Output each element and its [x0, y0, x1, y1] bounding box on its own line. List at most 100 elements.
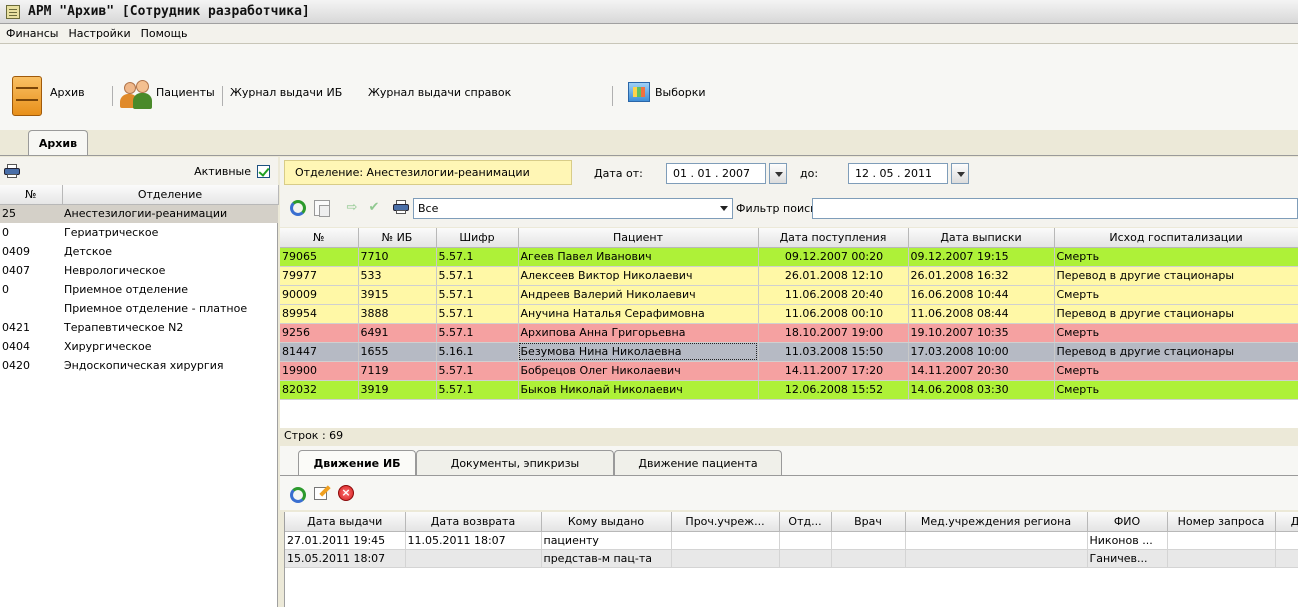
tab-patient-movement[interactable]: Движение пациента	[614, 450, 782, 476]
refresh-icon[interactable]	[290, 487, 306, 503]
department-code: 0404	[2, 340, 30, 353]
cell-number: 19900	[280, 361, 359, 381]
department-name: Приемное отделение - платное	[64, 302, 248, 315]
table-row[interactable]: 19900 7119 5.57.1 Бобрецов Олег Николаевич 1…	[280, 361, 1298, 381]
edit-icon[interactable]	[314, 485, 331, 501]
cell-cipher: 5.57.1	[436, 304, 519, 324]
print-icon[interactable]	[4, 164, 20, 178]
patients-icon[interactable]	[120, 80, 152, 110]
tab-documents[interactable]: Документы, эпикризы	[416, 450, 614, 476]
department-row[interactable]: 0 Гериатрическое	[0, 223, 278, 242]
column-header-return-date[interactable]: Дата возврата	[405, 512, 542, 532]
column-header-ib-number[interactable]: № ИБ	[358, 228, 437, 248]
cell-issue-date: 27.01.2011 19:45	[285, 531, 406, 550]
archive-button[interactable]: Архив	[50, 80, 85, 104]
copy-icon[interactable]	[314, 200, 330, 217]
department-row[interactable]: Приемное отделение - платное	[0, 299, 278, 318]
department-panel: Активные № Отделение 25 Анестезилогии-реа…	[0, 157, 279, 607]
column-header-issued-to[interactable]: Кому выдано	[541, 512, 672, 532]
column-header-issue-date[interactable]: Дата выдачи	[285, 512, 406, 532]
table-row[interactable]: 79977 533 5.57.1 Алексеев Виктор Николаевич…	[280, 266, 1298, 286]
check-icon[interactable]: ✔	[366, 200, 382, 216]
department-name: Эндоскопическая хирургия	[64, 359, 224, 372]
cell-discharge-date: 16.06.2008 10:44	[908, 285, 1055, 305]
table-row[interactable]: 82032 3919 5.57.1 Быков Николай Николаевич 1…	[280, 380, 1298, 400]
patients-table: № № ИБ Шифр Пациент Дата поступления Дата вып…	[280, 228, 1298, 400]
date-from-field[interactable]: 01 . 01 . 2007	[666, 163, 766, 184]
archive-cabinet-icon[interactable]	[12, 76, 42, 116]
selections-button[interactable]: Выборки	[655, 80, 706, 104]
department-row[interactable]: 0420 Эндоскопическая хирургия	[0, 356, 278, 375]
column-header-admission-date[interactable]: Дата поступления	[758, 228, 909, 248]
department-code	[0, 299, 62, 318]
cell-discharge-date: 14.11.2007 20:30	[908, 361, 1055, 381]
cell-cipher: 5.57.1	[436, 247, 519, 267]
column-header-department[interactable]: Отделение	[62, 185, 279, 205]
column-header-request-number[interactable]: Номер запроса	[1167, 512, 1276, 532]
column-header-full-name[interactable]: ФИО	[1087, 512, 1168, 532]
date-to-dropdown-icon[interactable]	[951, 163, 969, 184]
column-header-number[interactable]: №	[280, 228, 359, 248]
menu-settings[interactable]: Настройки	[68, 27, 130, 40]
tab-archive[interactable]: Архив	[28, 130, 88, 156]
cell-patient: Агеев Павел Иванович	[518, 247, 759, 267]
table-row[interactable]: 27.01.2011 19:45 11.05.2011 18:07 пациенту…	[285, 531, 1298, 550]
department-row[interactable]: 0421 Терапевтическое N2	[0, 318, 278, 337]
date-from-dropdown-icon[interactable]	[769, 163, 787, 184]
cell-issue-date: 15.05.2011 18:07	[285, 549, 406, 568]
table-row[interactable]: 15.05.2011 18:07 представ-м пац-та Ганичев…	[285, 549, 1298, 568]
date-to-field[interactable]: 12 . 05 . 2011	[848, 163, 948, 184]
search-input[interactable]	[812, 198, 1298, 219]
print-icon[interactable]	[393, 200, 409, 216]
cell-ib-number: 1655	[358, 342, 437, 362]
column-header-regional-institution[interactable]: Мед.учреждения региона	[905, 512, 1088, 532]
cell-admission-date: 26.01.2008 12:10	[758, 266, 909, 286]
table-row[interactable]: 89954 3888 5.57.1 Анучина Наталья Серафимов…	[280, 304, 1298, 324]
column-header-outcome[interactable]: Исход госпитализации	[1054, 228, 1298, 248]
patients-button[interactable]: Пациенты	[156, 80, 215, 104]
menu-help[interactable]: Помощь	[141, 27, 188, 40]
column-header-cipher[interactable]: Шифр	[436, 228, 519, 248]
cell-ib-number: 533	[358, 266, 437, 286]
filter-combo[interactable]: Все	[413, 198, 733, 219]
tab-movement-ib[interactable]: Движение ИБ	[298, 450, 416, 476]
active-checkbox[interactable]	[257, 164, 270, 178]
table-row[interactable]: 90009 3915 5.57.1 Андреев Валерий Николаеви…	[280, 285, 1298, 305]
cell-patient: Анучина Наталья Серафимовна	[518, 304, 759, 324]
menu-finance[interactable]: Финансы	[6, 27, 58, 40]
column-header-doctor[interactable]: Врач	[831, 512, 906, 532]
department-row[interactable]: 0 Приемное отделение	[0, 280, 278, 299]
department-row[interactable]: 0404 Хирургическое	[0, 337, 278, 356]
cell-patient: Бобрецов Олег Николаевич	[518, 361, 759, 381]
cell-outcome: Перевод в другие стационары	[1054, 266, 1298, 286]
column-header-patient[interactable]: Пациент	[518, 228, 759, 248]
column-header-extra[interactable]: Д	[1275, 512, 1298, 532]
column-header-discharge-date[interactable]: Дата выписки	[908, 228, 1055, 248]
column-header-other-institution[interactable]: Проч.учреж...	[671, 512, 780, 532]
table-row[interactable]: 79065 7710 5.57.1 Агеев Павел Иванович 09.12…	[280, 247, 1298, 267]
column-header-number[interactable]: №	[0, 185, 63, 205]
search-filter-label: Фильтр поиска	[736, 202, 824, 215]
department-row[interactable]: 0407 Неврологическое	[0, 261, 278, 280]
active-label: Активные	[194, 164, 251, 178]
cell-number: 79065	[280, 247, 359, 267]
cell-outcome: Смерть	[1054, 285, 1298, 305]
delete-icon[interactable]: ×	[338, 485, 354, 501]
journal-spravok-button[interactable]: Журнал выдачи справок	[368, 80, 511, 104]
table-row[interactable]: 81447 1655 5.16.1 Безумова Нина Николаевна 1…	[280, 342, 1298, 362]
movement-toolbar: ×	[280, 476, 1298, 510]
selections-icon[interactable]	[628, 82, 650, 102]
refresh-icon[interactable]	[290, 200, 306, 216]
cell-regional-institution	[905, 549, 1088, 568]
department-row[interactable]: 25 Анестезилогии-реанимации	[0, 204, 278, 223]
table-row[interactable]: 9256 6491 5.57.1 Архипова Анна Григорьевна 1…	[280, 323, 1298, 343]
arrow-right-icon[interactable]: ⇨	[344, 200, 360, 216]
department-row[interactable]: 0409 Детское	[0, 242, 278, 261]
journal-ib-button[interactable]: Журнал выдачи ИБ	[230, 80, 342, 104]
movement-grid: Дата выдачи Дата возврата Кому выдано Проч.…	[284, 512, 1298, 607]
cell-ib-number: 3888	[358, 304, 437, 324]
cell-patient: Архипова Анна Григорьевна	[518, 323, 759, 343]
column-header-department[interactable]: Отд...	[779, 512, 832, 532]
department-table: № Отделение 25 Анестезилогии-реанимации 0 Г…	[0, 185, 279, 375]
cell-issued-to: представ-м пац-та	[541, 549, 672, 568]
